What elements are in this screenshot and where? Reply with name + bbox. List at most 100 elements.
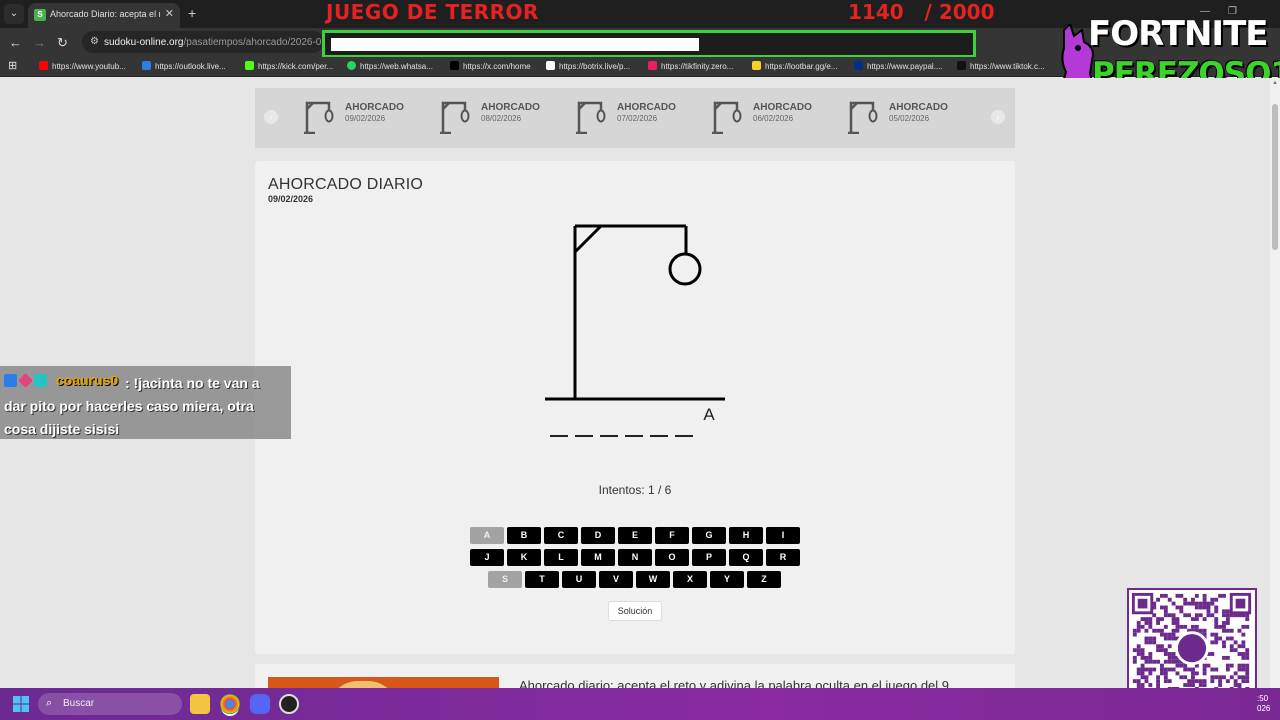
bookmark-item[interactable]: https://botrix.live/p... — [546, 61, 630, 71]
file-explorer-icon[interactable] — [190, 694, 210, 714]
qr-module — [1191, 679, 1195, 684]
letter-key-g[interactable]: G — [692, 527, 726, 544]
letter-key-r[interactable]: R — [766, 549, 800, 566]
carousel-item[interactable]: AHORCADO 06/02/2026 — [711, 98, 831, 138]
qr-module — [1225, 628, 1230, 633]
bookmark-item[interactable]: https://x.com/home — [450, 61, 531, 71]
bookmark-item[interactable]: https://outlook.live... — [142, 61, 226, 71]
address-bar[interactable]: ⚙ sudoku-online.org/pasatiempos/ahorcado… — [82, 31, 330, 53]
qr-module — [1140, 667, 1145, 672]
qr-module — [1175, 659, 1180, 664]
letter-key-w[interactable]: W — [636, 571, 670, 588]
carousel-item[interactable]: AHORCADO 09/02/2026 — [303, 98, 423, 138]
bookmark-item[interactable]: https://tikfinity.zero... — [648, 61, 733, 71]
letter-key-x[interactable]: X — [673, 571, 707, 588]
scroll-thumb[interactable] — [1272, 104, 1278, 250]
letter-key-u[interactable]: U — [562, 571, 596, 588]
qr-module — [1233, 640, 1238, 645]
qr-module — [1241, 667, 1246, 672]
letter-key-j[interactable]: J — [470, 549, 504, 566]
discord-icon[interactable] — [250, 694, 270, 714]
word-letter-slot — [600, 411, 618, 437]
qr-module — [1148, 667, 1153, 672]
chrome-icon[interactable] — [220, 694, 240, 714]
letter-key-a[interactable]: A — [470, 527, 504, 544]
qr-module — [1237, 628, 1242, 633]
qr-module — [1214, 636, 1219, 641]
qr-module — [1132, 648, 1137, 653]
apps-grid-icon[interactable]: ⊞ — [8, 59, 17, 72]
letter-key-t[interactable]: T — [525, 571, 559, 588]
forward-arrow-icon[interactable]: → — [33, 35, 46, 50]
page-scrollbar[interactable]: ▲ — [1270, 78, 1280, 690]
qr-module — [1233, 648, 1238, 653]
qr-module — [1140, 655, 1145, 660]
qr-module — [1214, 609, 1219, 614]
letter-key-e[interactable]: E — [618, 527, 652, 544]
site-info-icon[interactable]: ⚙ — [90, 36, 99, 47]
qr-module — [1156, 597, 1161, 602]
letter-key-d[interactable]: D — [581, 527, 615, 544]
tiktok-icon — [957, 61, 966, 70]
qr-module — [1237, 652, 1242, 656]
carousel-item[interactable]: AHORCADO 07/02/2026 — [575, 98, 695, 138]
letter-key-o[interactable]: O — [655, 549, 689, 566]
letter-key-z[interactable]: Z — [747, 571, 781, 588]
qr-module — [1144, 659, 1149, 664]
qr-module — [1152, 667, 1157, 672]
letter-key-v[interactable]: V — [599, 571, 633, 588]
browser-tab[interactable]: S Ahorcado Diario: acepta el reto ✕ — [28, 3, 180, 28]
qr-module — [1198, 683, 1203, 687]
letter-key-b[interactable]: B — [507, 527, 541, 544]
letter-key-l[interactable]: L — [544, 549, 578, 566]
bookmark-item[interactable]: https://www.tiktok.c... — [957, 61, 1045, 71]
kick-icon — [245, 61, 254, 70]
bookmark-item[interactable]: https://web.whatsa... — [347, 61, 433, 71]
qr-module — [1210, 601, 1215, 606]
letter-key-f[interactable]: F — [655, 527, 689, 544]
letter-key-k[interactable]: K — [507, 549, 541, 566]
carousel-prev-icon[interactable]: ‹ — [264, 110, 278, 124]
qr-module — [1191, 617, 1195, 622]
qr-module — [1140, 663, 1145, 668]
letter-key-y[interactable]: Y — [710, 571, 744, 588]
letter-key-q[interactable]: Q — [729, 549, 763, 566]
qr-module — [1175, 628, 1180, 633]
bookmark-item[interactable]: https://kick.com/per... — [245, 61, 333, 71]
carousel-item[interactable]: AHORCADO 08/02/2026 — [439, 98, 559, 138]
letter-key-s[interactable]: S — [488, 571, 522, 588]
qr-module — [1148, 683, 1153, 687]
bookmark-item[interactable]: https://www.paypal.... — [854, 61, 943, 71]
qr-module — [1148, 640, 1153, 645]
letter-key-p[interactable]: P — [692, 549, 726, 566]
qr-module — [1225, 663, 1230, 668]
new-tab-button[interactable]: + — [188, 5, 196, 21]
back-arrow-icon[interactable]: ← — [9, 35, 22, 50]
tab-search-button[interactable]: ⌄ — [4, 4, 24, 24]
letter-key-n[interactable]: N — [618, 549, 652, 566]
word-letter-slot: A — [703, 405, 715, 424]
letter-key-c[interactable]: C — [544, 527, 578, 544]
solution-button[interactable]: Solución — [608, 601, 662, 621]
scroll-up-icon[interactable]: ▲ — [1272, 80, 1278, 86]
reload-icon[interactable]: ↻ — [57, 35, 68, 51]
windows-start-icon[interactable] — [13, 696, 29, 712]
bookmark-item[interactable]: https://lootbar.gg/e... — [752, 61, 838, 71]
qr-module — [1210, 613, 1215, 618]
carousel-next-icon[interactable]: › — [991, 110, 1005, 124]
tab-close-icon[interactable]: ✕ — [165, 7, 174, 20]
qr-module — [1194, 593, 1199, 598]
qr-module — [1152, 628, 1157, 633]
qr-module — [1140, 671, 1145, 676]
bookmark-item[interactable]: https://www.youtub... — [39, 61, 126, 71]
letter-key-i[interactable]: I — [766, 527, 800, 544]
carousel-item[interactable]: AHORCADO 05/02/2026 — [847, 98, 967, 138]
qr-module — [1241, 624, 1246, 629]
letter-key-h[interactable]: H — [729, 527, 763, 544]
obs-icon[interactable] — [279, 694, 299, 714]
taskbar-search[interactable]: ⌕ Buscar — [38, 693, 182, 715]
qr-module — [1140, 648, 1145, 653]
qr-module — [1148, 617, 1153, 622]
letter-key-m[interactable]: M — [581, 549, 615, 566]
qr-module — [1194, 624, 1199, 629]
